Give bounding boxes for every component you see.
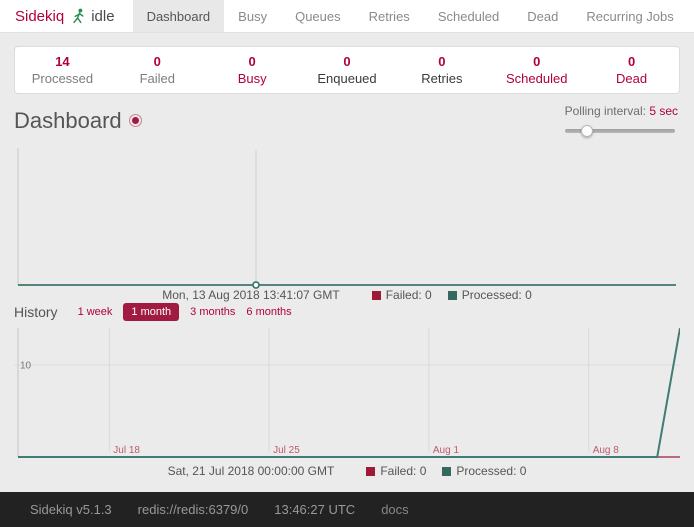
svg-text:Aug 1: Aug 1 bbox=[433, 445, 460, 456]
slider-handle[interactable] bbox=[581, 125, 593, 137]
stat-failed-label: Failed bbox=[140, 71, 175, 86]
tab-dead[interactable]: Dead bbox=[513, 0, 572, 32]
stat-processed-value: 14 bbox=[55, 54, 69, 69]
history-chart[interactable]: 10 Jul 18 Jul 25 Aug 1 Aug 8 bbox=[14, 318, 680, 463]
polling-interval-slider[interactable] bbox=[565, 125, 675, 137]
footer-version: Sidekiq v5.1.3 bbox=[30, 502, 112, 517]
svg-text:Jul 18: Jul 18 bbox=[113, 445, 140, 456]
tab-busy[interactable]: Busy bbox=[224, 0, 281, 32]
stat-busy-label: Busy bbox=[238, 71, 267, 86]
dashboard-header-row: Dashboard Polling interval: 5 sec bbox=[14, 104, 680, 140]
brand[interactable]: Sidekiq idle bbox=[0, 0, 125, 32]
processed-swatch-icon bbox=[448, 291, 457, 300]
polling-interval-control: Polling interval: 5 sec bbox=[565, 104, 678, 137]
polling-interval-value: 5 sec bbox=[649, 104, 678, 118]
history-legend-time: Sat, 21 Jul 2018 00:00:00 GMT bbox=[168, 464, 335, 478]
sidekiq-runner-icon bbox=[70, 8, 86, 24]
stat-failed-value: 0 bbox=[154, 54, 161, 69]
stat-busy[interactable]: 0 Busy bbox=[205, 47, 300, 93]
stat-scheduled-label: Scheduled bbox=[506, 71, 567, 86]
stat-retries-value: 0 bbox=[438, 54, 445, 69]
realtime-legend: Mon, 13 Aug 2018 13:41:07 GMT Failed: 0 Pr… bbox=[0, 288, 694, 302]
stat-dead[interactable]: 0 Dead bbox=[584, 47, 679, 93]
range-1-week[interactable]: 1 week bbox=[78, 306, 113, 318]
stat-failed: 0 Failed bbox=[110, 47, 205, 93]
live-beacon-icon bbox=[129, 114, 142, 127]
history-legend-failed: Failed: 0 bbox=[380, 464, 426, 478]
tab-retries[interactable]: Retries bbox=[355, 0, 424, 32]
stat-enqueued-label: Enqueued bbox=[317, 71, 376, 86]
failed-swatch-icon bbox=[372, 291, 381, 300]
processed-swatch-icon bbox=[442, 467, 451, 476]
footer-utc-time: 13:46:27 UTC bbox=[274, 502, 355, 517]
history-legend-processed: Processed: 0 bbox=[456, 464, 526, 478]
svg-text:Aug 8: Aug 8 bbox=[593, 445, 620, 456]
realtime-legend-processed: Processed: 0 bbox=[462, 288, 532, 302]
tab-scheduled[interactable]: Scheduled bbox=[424, 0, 513, 32]
stats-summary-card: 14 Processed 0 Failed 0 Busy 0 Enqueued … bbox=[14, 46, 680, 94]
nav-tabs: Dashboard Busy Queues Retries Scheduled … bbox=[133, 0, 688, 32]
footer-redis-url: redis://redis:6379/0 bbox=[138, 502, 249, 517]
stat-processed-label: Processed bbox=[32, 71, 93, 86]
stat-retries[interactable]: 0 Retries bbox=[394, 47, 489, 93]
sidekiq-dashboard-page: Sidekiq idle Dashboard Busy Queues Retri… bbox=[0, 0, 694, 527]
stat-processed: 14 Processed bbox=[15, 47, 110, 93]
failed-swatch-icon bbox=[366, 467, 375, 476]
stat-retries-label: Retries bbox=[421, 71, 462, 86]
svg-text:Jul 25: Jul 25 bbox=[273, 445, 300, 456]
svg-text:10: 10 bbox=[20, 361, 32, 372]
stat-enqueued[interactable]: 0 Enqueued bbox=[300, 47, 395, 93]
status-indicator: idle bbox=[91, 8, 114, 25]
range-6-months[interactable]: 6 months bbox=[246, 306, 291, 318]
realtime-legend-time: Mon, 13 Aug 2018 13:41:07 GMT bbox=[162, 288, 339, 302]
footer-docs-link[interactable]: docs bbox=[381, 502, 408, 517]
stat-dead-label: Dead bbox=[616, 71, 647, 86]
realtime-chart[interactable] bbox=[14, 140, 680, 290]
polling-interval-label: Polling interval: 5 sec bbox=[565, 104, 678, 118]
stat-scheduled-value: 0 bbox=[533, 54, 540, 69]
realtime-legend-failed: Failed: 0 bbox=[386, 288, 432, 302]
tab-recurring-jobs[interactable]: Recurring Jobs bbox=[572, 0, 687, 32]
tab-queues[interactable]: Queues bbox=[281, 0, 355, 32]
brand-name: Sidekiq bbox=[15, 8, 64, 25]
navbar: Sidekiq idle Dashboard Busy Queues Retri… bbox=[0, 0, 694, 33]
range-3-months[interactable]: 3 months bbox=[190, 306, 235, 318]
history-legend: Sat, 21 Jul 2018 00:00:00 GMT Failed: 0 Pr… bbox=[0, 464, 694, 478]
stat-dead-value: 0 bbox=[628, 54, 635, 69]
footer: Sidekiq v5.1.3 redis://redis:6379/0 13:4… bbox=[0, 492, 694, 527]
stat-busy-value: 0 bbox=[249, 54, 256, 69]
stat-enqueued-value: 0 bbox=[343, 54, 350, 69]
history-chart-svg: 10 Jul 18 Jul 25 Aug 1 Aug 8 bbox=[14, 318, 680, 463]
stat-scheduled[interactable]: 0 Scheduled bbox=[489, 47, 584, 93]
page-title: Dashboard bbox=[14, 108, 142, 134]
tab-dashboard[interactable]: Dashboard bbox=[133, 0, 225, 32]
realtime-chart-svg bbox=[14, 140, 680, 290]
